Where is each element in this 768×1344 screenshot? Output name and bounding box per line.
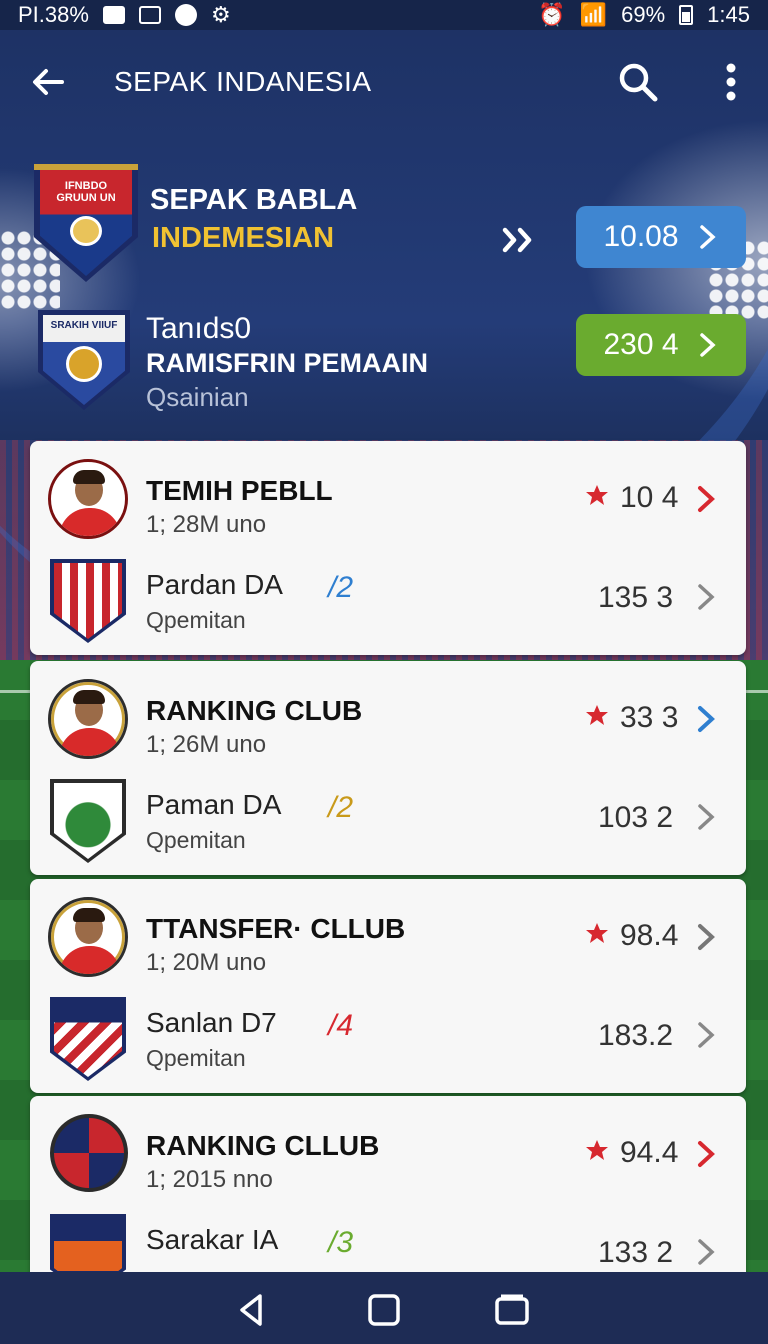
star-icon xyxy=(586,1140,608,1160)
player-name: Sarakar IA xyxy=(146,1224,279,1255)
card-title: RANKING CLUB xyxy=(146,695,363,726)
card-title: TEMIH PEBLL xyxy=(146,475,333,506)
team-caption: Qsainian xyxy=(146,382,249,412)
league-subtitle: INDEMESIAN xyxy=(152,222,335,254)
alarm-icon: ⏰ xyxy=(538,2,566,27)
clock: 1:45 xyxy=(707,2,750,27)
player-number: /2 xyxy=(328,571,354,604)
player-name: Paman DA xyxy=(146,789,282,820)
chevron-right-icon[interactable] xyxy=(694,921,718,953)
club-badge-inner xyxy=(54,563,122,639)
player-name: Sanlan D7 xyxy=(146,1007,277,1038)
league-crest-text: IFNBDO GRUUN UN xyxy=(56,180,116,204)
player-value: 183.2 xyxy=(598,1019,674,1052)
chevron-right-icon xyxy=(699,333,716,357)
club-badge xyxy=(50,997,126,1081)
league-title: SEPAK BABLA xyxy=(150,184,358,216)
status-right: ⏰ 📶 69% 1:45 xyxy=(538,2,750,28)
team-value-button[interactable]: 230 4 xyxy=(576,314,746,376)
team-value: 230 4 xyxy=(603,328,679,361)
card-value: 98.4 xyxy=(620,919,679,952)
status-bar: PI.38% ⚙ ⏰ 📶 69% 1:45 xyxy=(0,0,768,30)
team-crest-text: SRAKIH VIIUF xyxy=(50,320,118,331)
player-number: /3 xyxy=(328,1226,354,1259)
avatar-hair xyxy=(73,690,105,704)
team-crest-emblem xyxy=(66,346,102,382)
chevron-right-icon[interactable] xyxy=(694,1138,718,1170)
card-subtitle: 1; 28M uno xyxy=(146,511,267,538)
card-subtitle: 1; 20M uno xyxy=(146,949,267,976)
chevron-right-icon xyxy=(699,225,716,249)
player-value: 103 2 xyxy=(598,801,674,834)
chevron-right-icon[interactable] xyxy=(694,1019,718,1051)
status-left: PI.38% ⚙ xyxy=(18,2,231,28)
image-icon xyxy=(102,6,125,24)
chevron-right-icon[interactable] xyxy=(694,581,718,613)
player-value: 135 3 xyxy=(598,581,674,614)
chevron-right-icon[interactable] xyxy=(694,1236,718,1268)
avatar-shirt xyxy=(59,728,121,756)
app-bar: SEPAK INDANESIA xyxy=(0,48,768,118)
player-number: /2 xyxy=(328,791,354,824)
player-avatar xyxy=(48,459,128,539)
card-subtitle: 1; 26M uno xyxy=(146,731,267,758)
notification-icon xyxy=(174,4,197,26)
club-badge-inner xyxy=(54,1001,122,1077)
card-value: 10 4 xyxy=(620,481,679,514)
player-name: Pardan DA xyxy=(146,569,283,600)
league-value-button[interactable]: 10.08 xyxy=(576,206,746,268)
club-badge xyxy=(50,559,126,643)
wifi-icon: 📶 xyxy=(579,2,608,27)
player-number: /4 xyxy=(328,1009,354,1042)
league-value: 10.08 xyxy=(603,220,679,253)
team-subtitle: RAMISFRIN PEMAAIN xyxy=(146,348,428,378)
card-subtitle: 1; 2015 nno xyxy=(146,1166,273,1193)
card-value: 94.4 xyxy=(620,1136,679,1169)
card-value: 33 3 xyxy=(620,701,679,734)
chevron-right-icon[interactable] xyxy=(694,801,718,833)
battery-percent: 69% xyxy=(621,2,666,27)
list-card[interactable]: RANKING CLUB 1; 26M uno 33 3 Paman DA Qp… xyxy=(30,661,746,875)
player-avatar xyxy=(48,897,128,977)
team-name: Tanıds0 xyxy=(146,312,252,345)
star-icon xyxy=(586,923,608,943)
bag-icon xyxy=(138,6,161,24)
avatar-hair xyxy=(73,470,105,484)
player-role: Qpemitan xyxy=(146,607,246,633)
club-badge xyxy=(50,779,126,863)
more-vert-icon[interactable] xyxy=(716,60,746,104)
avatar-shirt xyxy=(59,946,121,974)
page-title: SEPAK INDANESIA xyxy=(114,66,372,97)
nfc-icon: ⚙ xyxy=(210,2,231,27)
player-avatar xyxy=(48,679,128,759)
star-icon xyxy=(586,485,608,505)
system-nav-bar xyxy=(0,1272,768,1344)
list-card[interactable]: TTANSFER· CLLUB 1; 20M uno 98.4 Sanlan D… xyxy=(30,879,746,1093)
card-title: TTANSFER· CLLUB xyxy=(146,913,406,944)
avatar-shirt xyxy=(59,508,121,536)
nav-recents-icon[interactable] xyxy=(492,1290,532,1330)
status-left-text: PI.38% xyxy=(18,2,89,27)
club-badge-inner xyxy=(54,783,122,859)
league-crest-emblem xyxy=(70,216,102,246)
search-icon[interactable] xyxy=(616,60,660,104)
star-icon xyxy=(586,705,608,725)
club-round-badge xyxy=(50,1114,128,1192)
player-value: 133 2 xyxy=(598,1236,674,1269)
card-title: RANKING CLLUB xyxy=(146,1130,380,1161)
back-arrow-icon[interactable] xyxy=(28,62,68,102)
avatar-hair xyxy=(73,908,105,922)
nav-back-icon[interactable] xyxy=(232,1290,272,1330)
list-card[interactable]: RANKING CLLUB 1; 2015 nno 94.4 Sarakar I… xyxy=(30,1096,746,1298)
player-role: Qpemitan xyxy=(146,1045,246,1071)
player-role: Qpemitan xyxy=(146,827,246,853)
chevron-right-icon[interactable] xyxy=(694,483,718,515)
chevron-right-icon[interactable] xyxy=(694,703,718,735)
double-chevron-icon[interactable] xyxy=(500,222,540,258)
list-card[interactable]: TEMIH PEBLL 1; 28M uno 10 4 Pardan DA Qp… xyxy=(30,441,746,655)
nav-home-icon[interactable] xyxy=(364,1290,404,1330)
battery-icon xyxy=(679,5,694,25)
